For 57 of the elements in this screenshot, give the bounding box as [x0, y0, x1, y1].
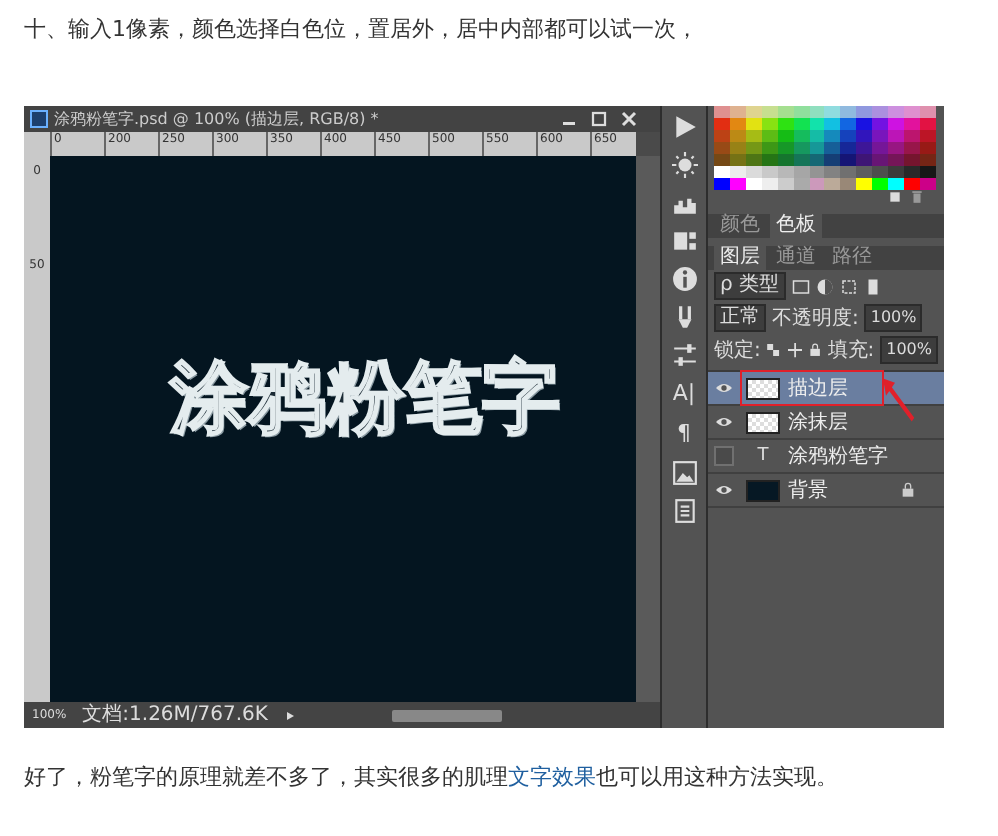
play-icon[interactable]	[671, 114, 697, 140]
chalk-text: 涂鸦粉笔字	[170, 352, 562, 448]
adjustment-filter-icon[interactable]	[815, 277, 834, 295]
sun-icon[interactable]	[671, 152, 697, 178]
layer-thumbnail	[746, 479, 780, 501]
layer-name: 背景	[788, 477, 828, 504]
opacity-field[interactable]: 100%	[864, 304, 923, 332]
layer-name: 涂抹层	[788, 410, 848, 436]
info-icon[interactable]	[671, 266, 697, 292]
smart-object-filter-icon[interactable]	[863, 277, 882, 295]
opacity-label: 不透明度:	[772, 305, 859, 332]
sliders-icon[interactable]	[671, 342, 697, 368]
image-icon[interactable]	[671, 460, 697, 486]
panel-tab[interactable]: 图层	[714, 246, 766, 270]
lock-label: 锁定:	[714, 337, 761, 364]
play-icon[interactable]	[283, 709, 296, 721]
panel-icon[interactable]	[671, 228, 697, 254]
window-title: 涂鸦粉笔字.psd @ 100% (描边层, RGB/8) *	[54, 108, 381, 130]
fill-field[interactable]: 100%	[880, 336, 938, 364]
panel-tab[interactable]: 颜色	[714, 214, 766, 238]
layer-name: 描边层	[788, 375, 848, 402]
layer-thumbnail	[746, 377, 780, 399]
layer-name: 涂鸦粉笔字	[788, 443, 888, 470]
panel-tab[interactable]: 色板	[770, 214, 822, 238]
new-swatch-icon[interactable]	[888, 190, 902, 204]
text-effect-link[interactable]: 文字效果	[508, 764, 596, 790]
shape-filter-icon[interactable]	[839, 277, 858, 295]
visibility-toggle[interactable]	[714, 446, 734, 466]
lock-pixels-icon[interactable]	[766, 342, 781, 358]
trash-icon[interactable]	[910, 190, 924, 204]
layer-row[interactable]: 描边层	[708, 372, 944, 406]
image-filter-icon[interactable]	[791, 277, 810, 295]
layer-row[interactable]: T 涂鸦粉笔字	[708, 440, 944, 474]
closing-text: 好了，粉笔字的原理就差不多了，其实很多的肌理文字效果也可以用这种方法实现。	[24, 762, 840, 792]
layer-row[interactable]: 背景	[708, 474, 944, 508]
text-layer-glyph: T	[755, 445, 771, 467]
lock-position-icon[interactable]	[787, 342, 802, 358]
filter-dropdown[interactable]: ρ 类型	[714, 272, 786, 300]
layer-row[interactable]: 涂抹层	[708, 406, 944, 440]
maximize-icon[interactable]	[590, 110, 608, 128]
document-size: 文档:1.26M/767.6K	[82, 702, 268, 728]
eye-icon[interactable]	[714, 482, 734, 498]
blend-mode-dropdown[interactable]: 正常	[714, 304, 766, 332]
fill-label: 填充:	[827, 337, 875, 364]
eye-icon[interactable]	[714, 380, 734, 396]
document-icon[interactable]	[671, 498, 697, 524]
panel-tab[interactable]: 路径	[826, 246, 878, 270]
panel-button[interactable]: ¶	[677, 420, 691, 448]
eye-icon[interactable]	[714, 414, 734, 430]
panel-tab[interactable]: 通道	[770, 246, 822, 270]
panel-button[interactable]: A|	[672, 380, 696, 408]
layer-thumbnail	[746, 411, 780, 433]
scrollbar-thumb[interactable]	[391, 709, 502, 721]
app-icon	[30, 110, 48, 128]
lock-icon[interactable]	[807, 342, 822, 358]
close-icon[interactable]	[620, 110, 638, 128]
instruction-text: 十、输入1像素，颜色选择白色位，置居外，居中内部都可以试一次，	[24, 14, 700, 46]
